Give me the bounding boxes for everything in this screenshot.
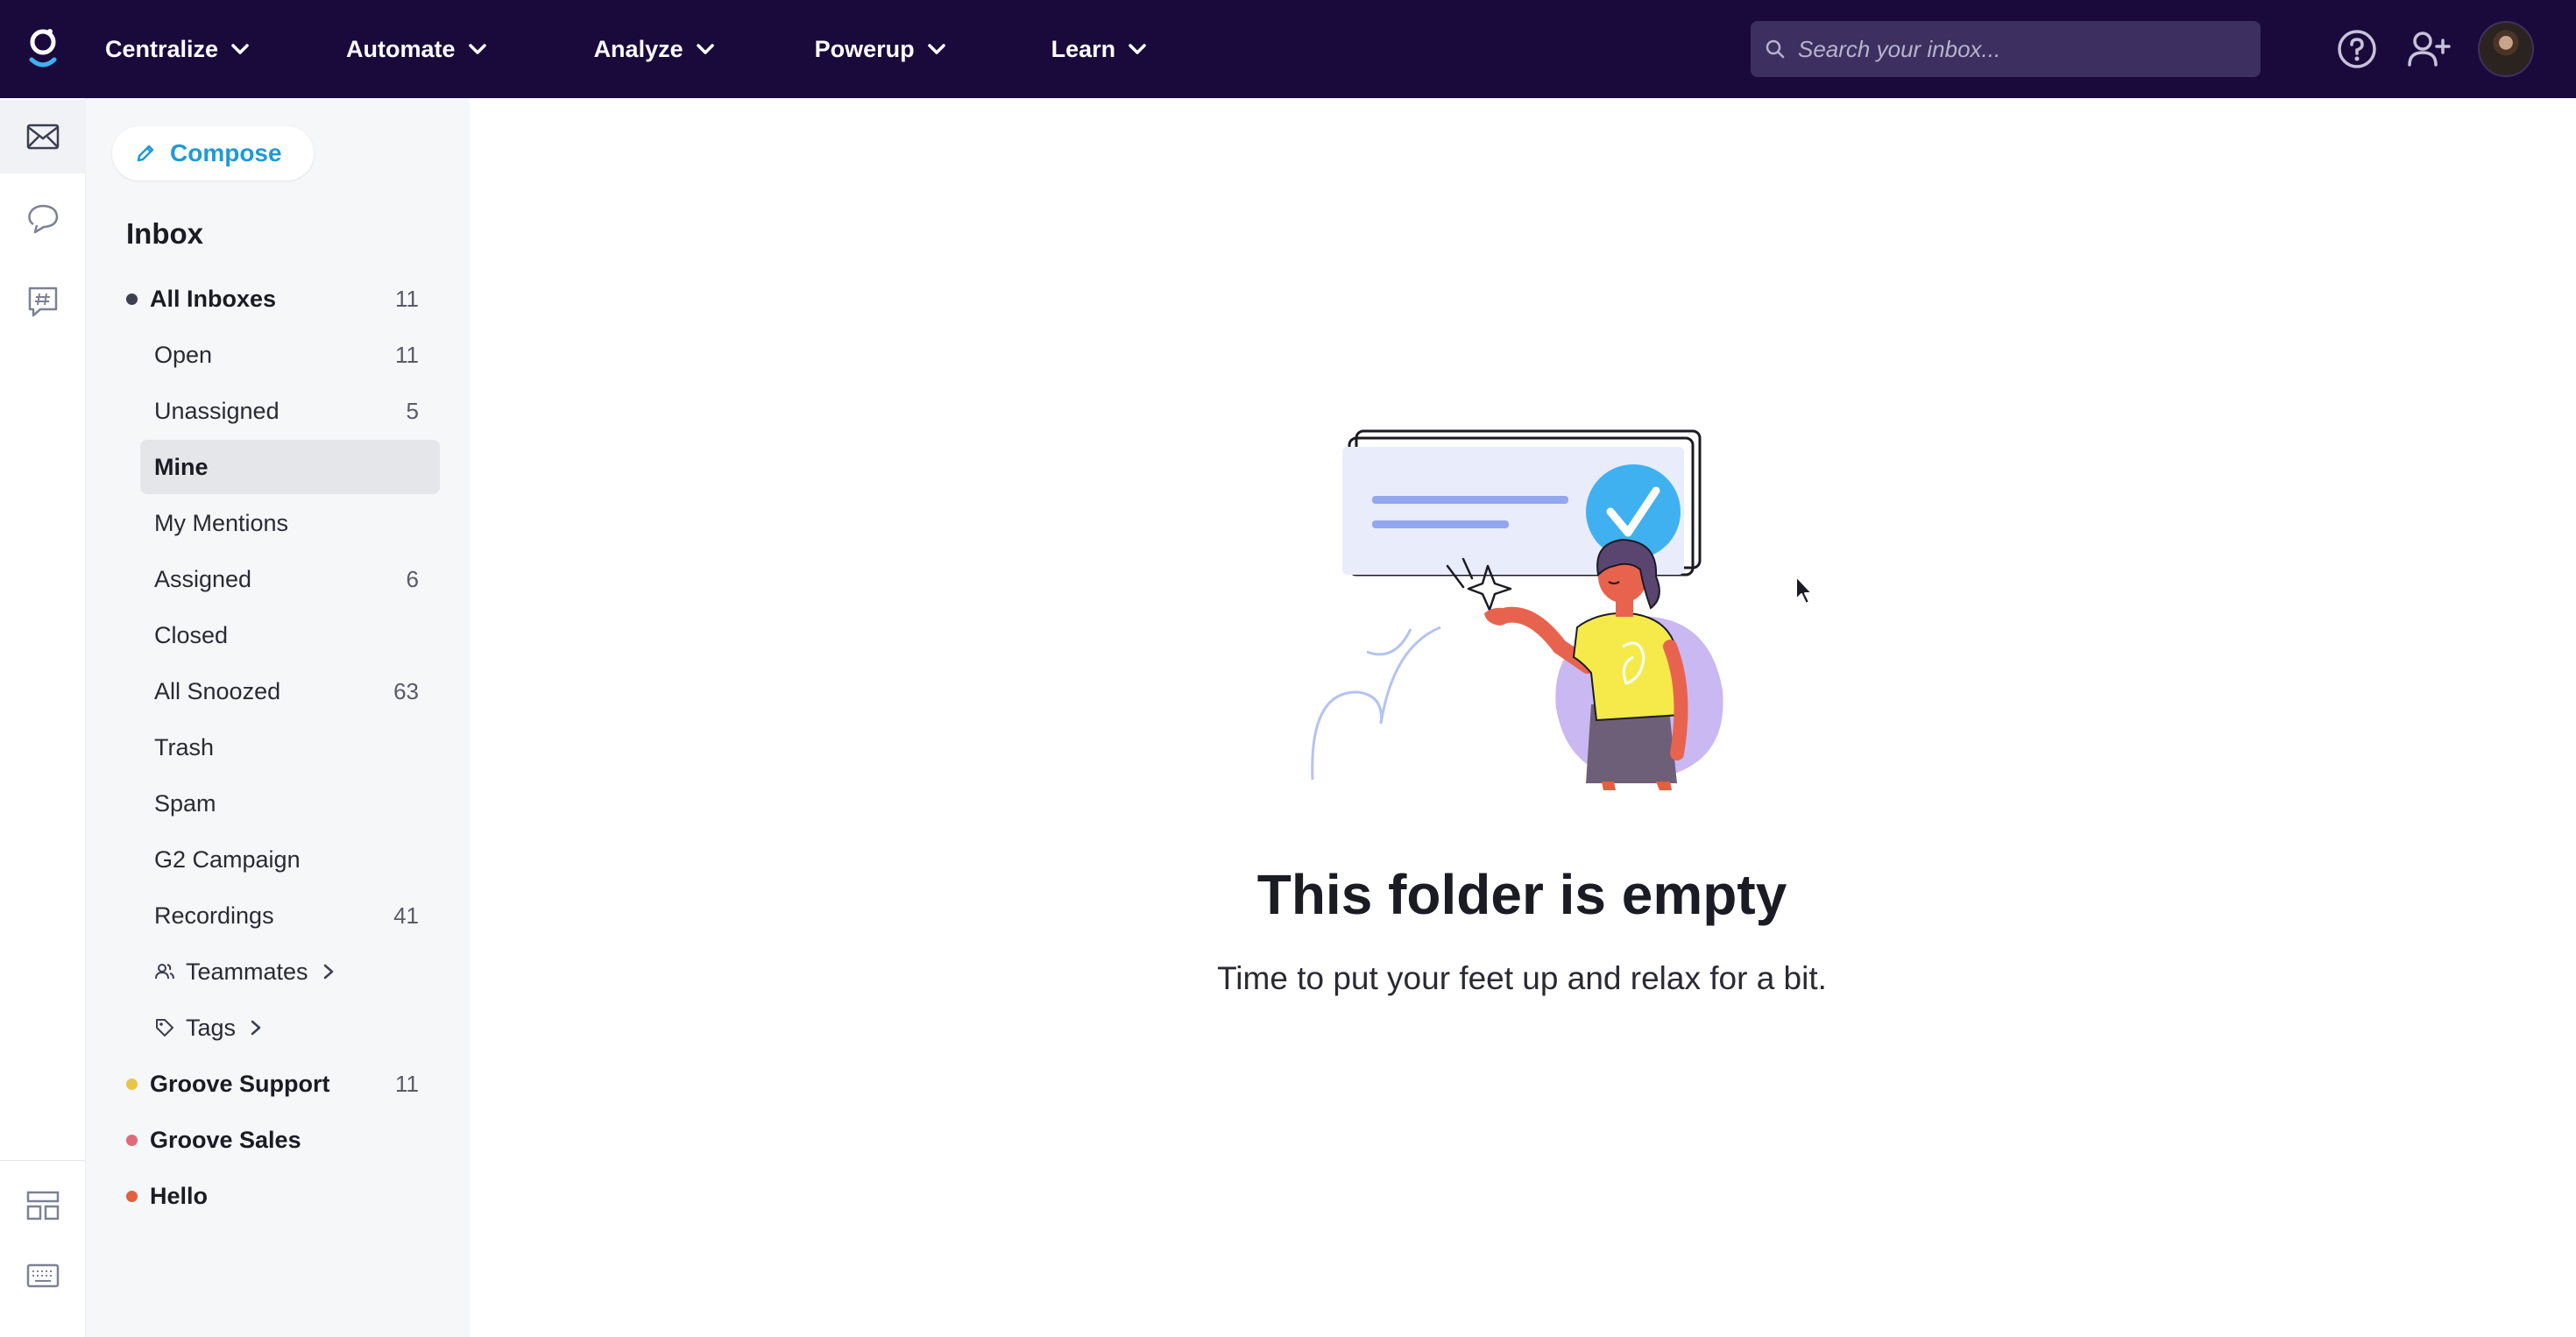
rail-mail-button[interactable] (0, 100, 86, 173)
teammates-icon (155, 964, 174, 980)
empty-state-title: This folder is empty (1256, 863, 1787, 926)
chevron-down-icon (696, 44, 714, 54)
layout-icon (26, 1191, 60, 1220)
sidebar-item-groove-sales[interactable]: Groove Sales (126, 1113, 440, 1167)
inbox-color-dot (126, 1078, 138, 1090)
nav-learn[interactable]: Learn (1051, 36, 1148, 63)
inbox-color-dot (126, 293, 138, 305)
sidebar-item-all-inboxes[interactable]: All Inboxes 11 (126, 272, 440, 326)
top-navigation-bar: Centralize Automate Analyze Powerup Lear… (0, 0, 2576, 98)
nav-centralize[interactable]: Centralize (105, 36, 250, 63)
sidebar-item-my-mentions[interactable]: My Mentions (140, 496, 440, 550)
sidebar-item-g2-campaign[interactable]: G2 Campaign (140, 832, 440, 887)
chevron-right-icon (323, 964, 333, 980)
sidebar-item-hello[interactable]: Hello (126, 1169, 440, 1223)
groove-logo-icon[interactable] (26, 26, 60, 72)
chat-icon (28, 204, 59, 234)
sidebar: Compose Inbox All Inboxes 11 Open 11 Una… (86, 98, 470, 1337)
help-button[interactable] (2334, 26, 2380, 72)
sidebar-item-assigned[interactable]: Assigned 6 (140, 552, 440, 606)
main-menu: Centralize Automate Analyze Powerup Lear… (105, 0, 1147, 98)
icon-rail (0, 98, 86, 1337)
sidebar-item-recordings[interactable]: Recordings 41 (140, 888, 440, 943)
rail-divider (0, 1160, 86, 1161)
sidebar-item-tags[interactable]: Tags (140, 1001, 440, 1055)
sidebar-item-spam[interactable]: Spam (140, 776, 440, 831)
chevron-down-icon (1129, 44, 1146, 54)
chevron-down-icon (231, 44, 249, 54)
empty-folder-illustration (1311, 429, 1723, 790)
rail-channels-button[interactable] (0, 265, 86, 338)
compose-button[interactable]: Compose (112, 126, 314, 180)
inbox-color-dot (126, 1190, 138, 1202)
nav-analyze[interactable]: Analyze (594, 36, 715, 63)
inbox-color-dot (126, 1134, 138, 1146)
sidebar-item-teammates[interactable]: Teammates (140, 944, 440, 999)
sidebar-item-closed[interactable]: Closed (140, 608, 440, 662)
sidebar-item-all-snoozed[interactable]: All Snoozed 63 (140, 664, 440, 718)
hashtag-chat-icon (28, 286, 58, 317)
rail-chat-button[interactable] (0, 182, 86, 256)
tag-icon (156, 1019, 173, 1036)
empty-state-subtitle: Time to put your feet up and relax for a… (1217, 960, 1827, 996)
search-box[interactable] (1751, 21, 2261, 77)
avatar[interactable] (2478, 21, 2534, 77)
add-user-icon (2408, 32, 2451, 67)
search-input[interactable] (1798, 35, 2236, 63)
rail-keyboard-button[interactable] (0, 1239, 86, 1312)
search-icon (1766, 39, 1785, 59)
rail-layout-button[interactable] (0, 1169, 86, 1242)
sidebar-item-groove-support[interactable]: Groove Support 11 (126, 1057, 440, 1111)
sidebar-item-unassigned[interactable]: Unassigned 5 (140, 384, 440, 438)
mail-icon (26, 124, 60, 150)
nav-powerup[interactable]: Powerup (815, 36, 946, 63)
sidebar-item-mine[interactable]: Mine (140, 440, 440, 494)
nav-automate[interactable]: Automate (346, 36, 487, 63)
pencil-icon (137, 145, 154, 162)
help-icon (2338, 30, 2376, 68)
inbox-heading: Inbox (126, 217, 203, 250)
mouse-pointer-icon (1795, 576, 1813, 605)
sidebar-item-open[interactable]: Open 11 (140, 328, 440, 382)
invite-user-button[interactable] (2406, 26, 2452, 72)
keyboard-icon (26, 1263, 60, 1288)
chevron-right-icon (251, 1020, 261, 1036)
chevron-down-icon (927, 44, 945, 54)
chevron-down-icon (468, 44, 486, 54)
sidebar-item-trash[interactable]: Trash (140, 720, 440, 775)
